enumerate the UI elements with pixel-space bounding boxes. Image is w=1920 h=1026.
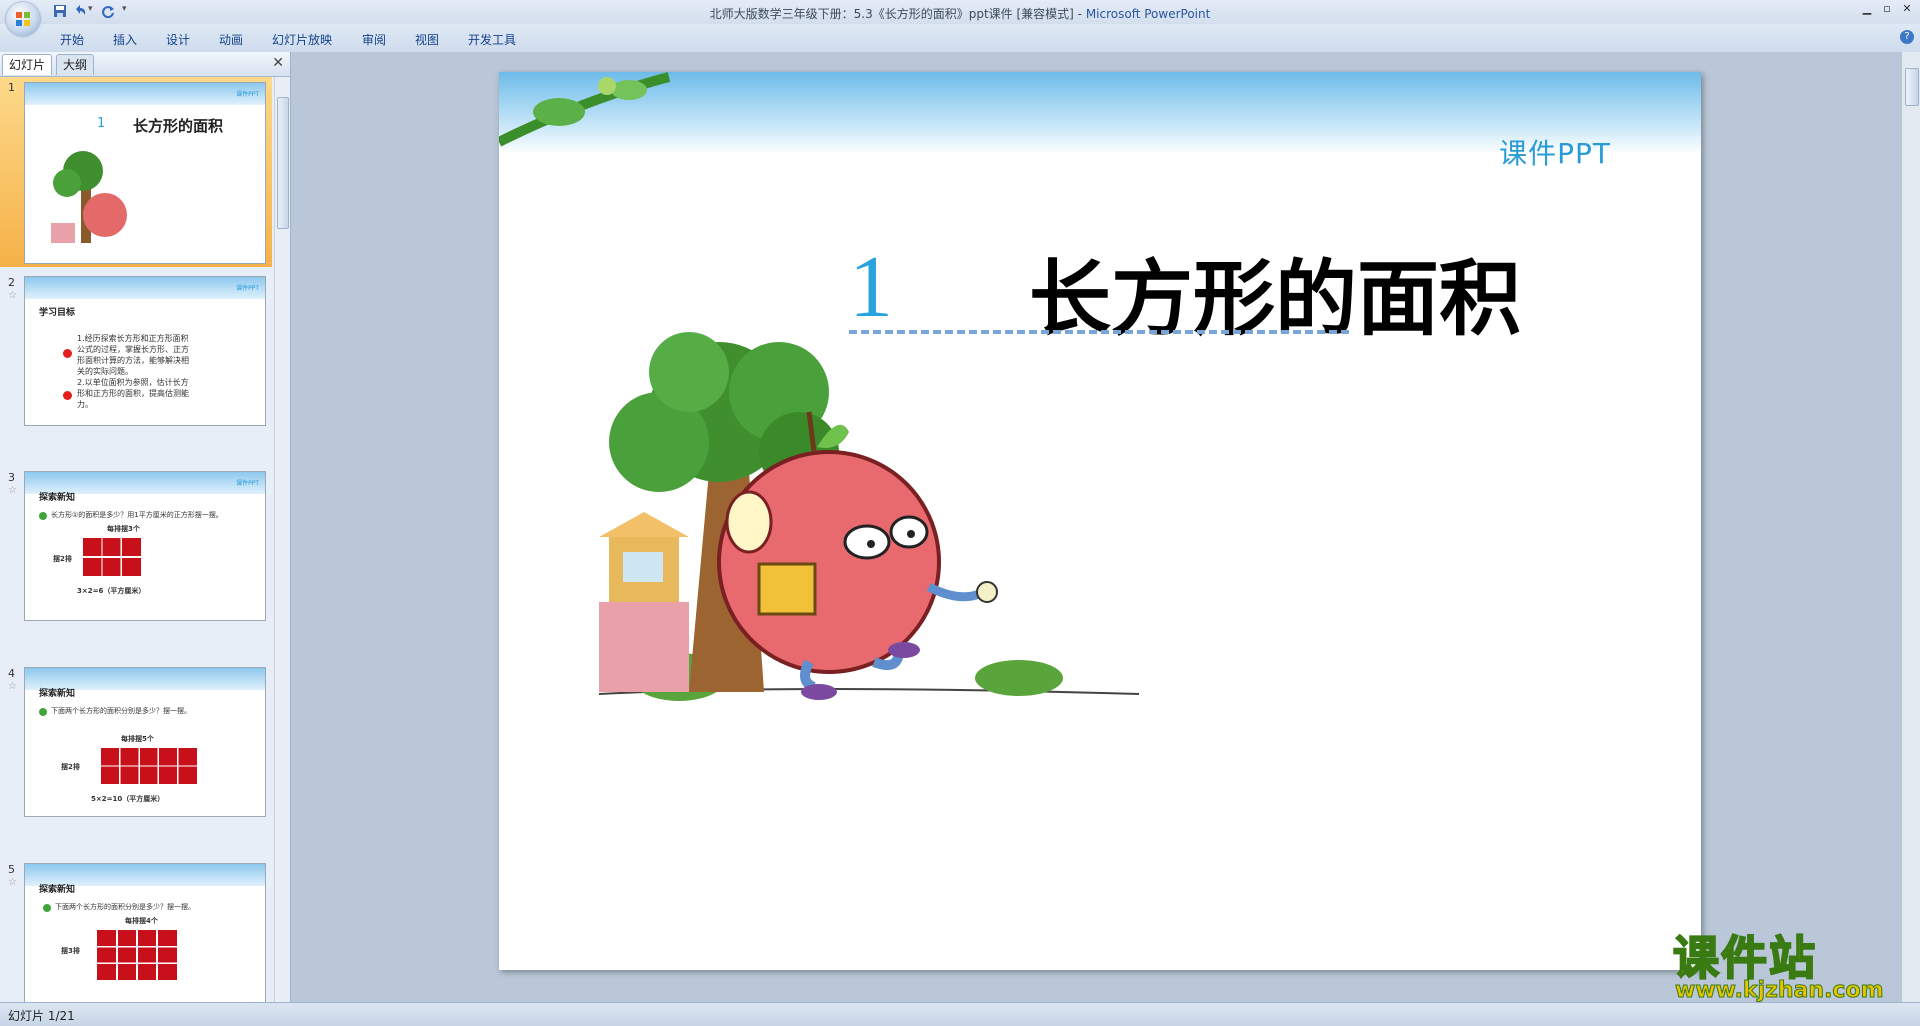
thumb-title-number: 1: [97, 116, 106, 131]
thumb-side-label: 摆3排: [61, 947, 80, 955]
close-button[interactable]: ✕: [1898, 2, 1916, 18]
document-title: 北师大版数学三年级下册：5.3《长方形的面积》ppt课件 [兼容模式] -: [709, 7, 1086, 21]
scroll-thumb[interactable]: [277, 97, 289, 229]
thumb-line: 形面积计算的方法，能够解决相: [77, 356, 189, 365]
tab-home[interactable]: 开始: [60, 31, 84, 48]
slides-panel: 幻灯片 大纲 ✕ 1 课件PPT 1 长方形的面积 2 ☆ 课件PPT 学习目标…: [0, 52, 291, 1002]
slide-count-status: 幻灯片 1/21: [8, 1009, 75, 1023]
window-title: 北师大版数学三年级下册：5.3《长方形的面积》ppt课件 [兼容模式] - Mi…: [0, 5, 1920, 22]
thumb-question: 下面两个长方形的面积分别是多少？摆一摆。: [51, 707, 191, 715]
thumb-line: 2.以单位面积为参照，估计长方: [77, 378, 189, 387]
slide-thumbnail: 课件PPT 探索新知 长方形①的面积是多少？用1平方厘米的正方形摆一摆。 每排摆…: [24, 471, 266, 621]
slide-number: 2: [8, 276, 15, 289]
thumb-ppt-label: 课件PPT: [236, 480, 259, 487]
slide-number: 4: [8, 667, 15, 680]
bullet-icon: [43, 904, 51, 912]
thumb-heading: 探索新知: [39, 689, 76, 699]
thumb-top-label: 每排摆4个: [125, 917, 158, 925]
thumb-ppt-label: 课件PPT: [236, 285, 259, 292]
thumb-title: 长方形的面积: [133, 117, 224, 135]
panel-tabs: 幻灯片 大纲 ✕: [0, 52, 290, 77]
animation-star-icon: ☆: [8, 485, 17, 496]
thumbnail-1[interactable]: 1 课件PPT 1 长方形的面积: [0, 77, 272, 267]
slide-editing-area: 课件PPT 1 长方形的面积: [291, 52, 1901, 1002]
current-slide[interactable]: 课件PPT 1 长方形的面积: [499, 72, 1701, 970]
thumb-ppt-label: 课件PPT: [236, 91, 259, 98]
thumb-line: 1.经历探索长方形和正方形面积: [77, 334, 189, 343]
bullet-icon: [39, 512, 47, 520]
watermark-logo: 课件站 www.kjzhan.com: [1665, 920, 1915, 1004]
maximize-button[interactable]: ▫: [1878, 2, 1896, 18]
thumb-formula: 3×2=6（平方厘米）: [77, 587, 146, 595]
vine-decoration: [499, 72, 671, 147]
slide-thumbnail: 探索新知 下面两个长方形的面积分别是多少？摆一摆。 每排摆4个 摆3排: [24, 863, 266, 1002]
watermark-url: www.kjzhan.com: [1675, 978, 1885, 1004]
tab-animation[interactable]: 动画: [219, 31, 243, 48]
bullet-icon: [39, 708, 47, 716]
office-button[interactable]: [6, 2, 40, 36]
thumb-top-label: 每排摆3个: [107, 525, 140, 533]
title-bar: ▾ ▾ 北师大版数学三年级下册：5.3《长方形的面积》ppt课件 [兼容模式] …: [0, 0, 1920, 36]
slide-thumbnail: 探索新知 下面两个长方形的面积分别是多少？摆一摆。 每排摆5个 摆2排 5×2=…: [24, 667, 266, 817]
app-name: Microsoft PowerPoint: [1085, 7, 1211, 21]
grid-rectangle: [97, 930, 177, 980]
office-logo-icon: [16, 12, 30, 26]
slide-ppt-label: 课件PPT: [1499, 137, 1611, 170]
tab-slideshow[interactable]: 幻灯片放映: [272, 31, 332, 48]
thumb-top-label: 每排摆5个: [121, 735, 154, 743]
thumb-heading: 探索新知: [39, 493, 76, 503]
animation-star-icon: ☆: [8, 681, 17, 692]
tab-view[interactable]: 视图: [415, 31, 439, 48]
thumbnail-5[interactable]: 5 ☆ 探索新知 下面两个长方形的面积分别是多少？摆一摆。 每排摆4个 摆3排: [4, 859, 268, 1002]
slide-thumbnail: 课件PPT 1 长方形的面积: [24, 82, 266, 264]
thumb-line: 形和正方形的面积，提高估测能: [77, 389, 189, 398]
ribbon-tabs: 开始 插入 设计 动画 幻灯片放映 审阅 视图 开发工具 ?: [0, 24, 1920, 53]
thumbnail-list: 1 课件PPT 1 长方形的面积 2 ☆ 课件PPT 学习目标 1.经历探索长方…: [0, 77, 272, 1002]
thumb-heading: 学习目标: [39, 308, 76, 318]
scroll-thumb[interactable]: [1905, 68, 1919, 106]
thumbnail-scrollbar[interactable]: [274, 77, 289, 1002]
tab-insert[interactable]: 插入: [113, 31, 137, 48]
thumb-header-band: [25, 277, 265, 299]
thumb-line: 关的实际问题。: [77, 367, 133, 376]
thumb-body: 1.经历探索长方形和正方形面积 公式的过程，掌握长方形、正方 形面积计算的方法，…: [77, 333, 189, 410]
apple-tree-illustration: [599, 332, 1140, 701]
help-icon[interactable]: ?: [1900, 30, 1914, 44]
tab-slides[interactable]: 幻灯片: [2, 54, 53, 75]
slide-number: 5: [8, 863, 15, 876]
minimize-button[interactable]: ▁: [1858, 2, 1876, 18]
tab-developer[interactable]: 开发工具: [468, 31, 516, 48]
close-panel-icon[interactable]: ✕: [272, 55, 284, 71]
thumb-line: 公式的过程，掌握长方形、正方: [77, 345, 189, 354]
slide-thumbnail: 课件PPT 学习目标 1.经历探索长方形和正方形面积 公式的过程，掌握长方形、正…: [24, 276, 266, 426]
thumb-question: 下面两个长方形的面积分别是多少？摆一摆。: [55, 903, 195, 911]
animation-star-icon: ☆: [8, 877, 17, 888]
tab-outline[interactable]: 大纲: [56, 54, 95, 75]
grid-rectangle: [101, 748, 197, 784]
thumb-formula: 5×2=10（平方厘米）: [91, 795, 165, 803]
thumb-side-label: 摆2排: [53, 555, 72, 563]
grid-rectangle: [83, 538, 141, 576]
tab-review[interactable]: 审阅: [362, 31, 386, 48]
thumb-header-band: [25, 83, 265, 105]
slide-number: 1: [8, 81, 15, 94]
thumb-heading: 探索新知: [39, 885, 76, 895]
slide-title-number: 1: [849, 239, 893, 336]
thumbnail-4[interactable]: 4 ☆ 探索新知 下面两个长方形的面积分别是多少？摆一摆。 每排摆5个 摆2排 …: [4, 663, 268, 823]
slide-number: 3: [8, 471, 15, 484]
tab-design[interactable]: 设计: [166, 31, 190, 48]
thumbnail-3[interactable]: 3 ☆ 课件PPT 探索新知 长方形①的面积是多少？用1平方厘米的正方形摆一摆。…: [4, 467, 268, 627]
bullet-icon: [63, 349, 72, 358]
apple-tree-illustration: [51, 151, 127, 243]
status-bar: 幻灯片 1/21: [0, 1002, 1920, 1026]
thumb-question: 长方形①的面积是多少？用1平方厘米的正方形摆一摆。: [51, 511, 223, 519]
animation-star-icon: ☆: [8, 290, 17, 301]
thumb-line: 力。: [77, 400, 93, 409]
slide-scrollbar[interactable]: [1901, 52, 1920, 1002]
thumb-side-label: 摆2排: [61, 763, 80, 771]
bullet-icon: [63, 391, 72, 400]
thumbnail-2[interactable]: 2 ☆ 课件PPT 学习目标 1.经历探索长方形和正方形面积 公式的过程，掌握长…: [4, 272, 268, 432]
